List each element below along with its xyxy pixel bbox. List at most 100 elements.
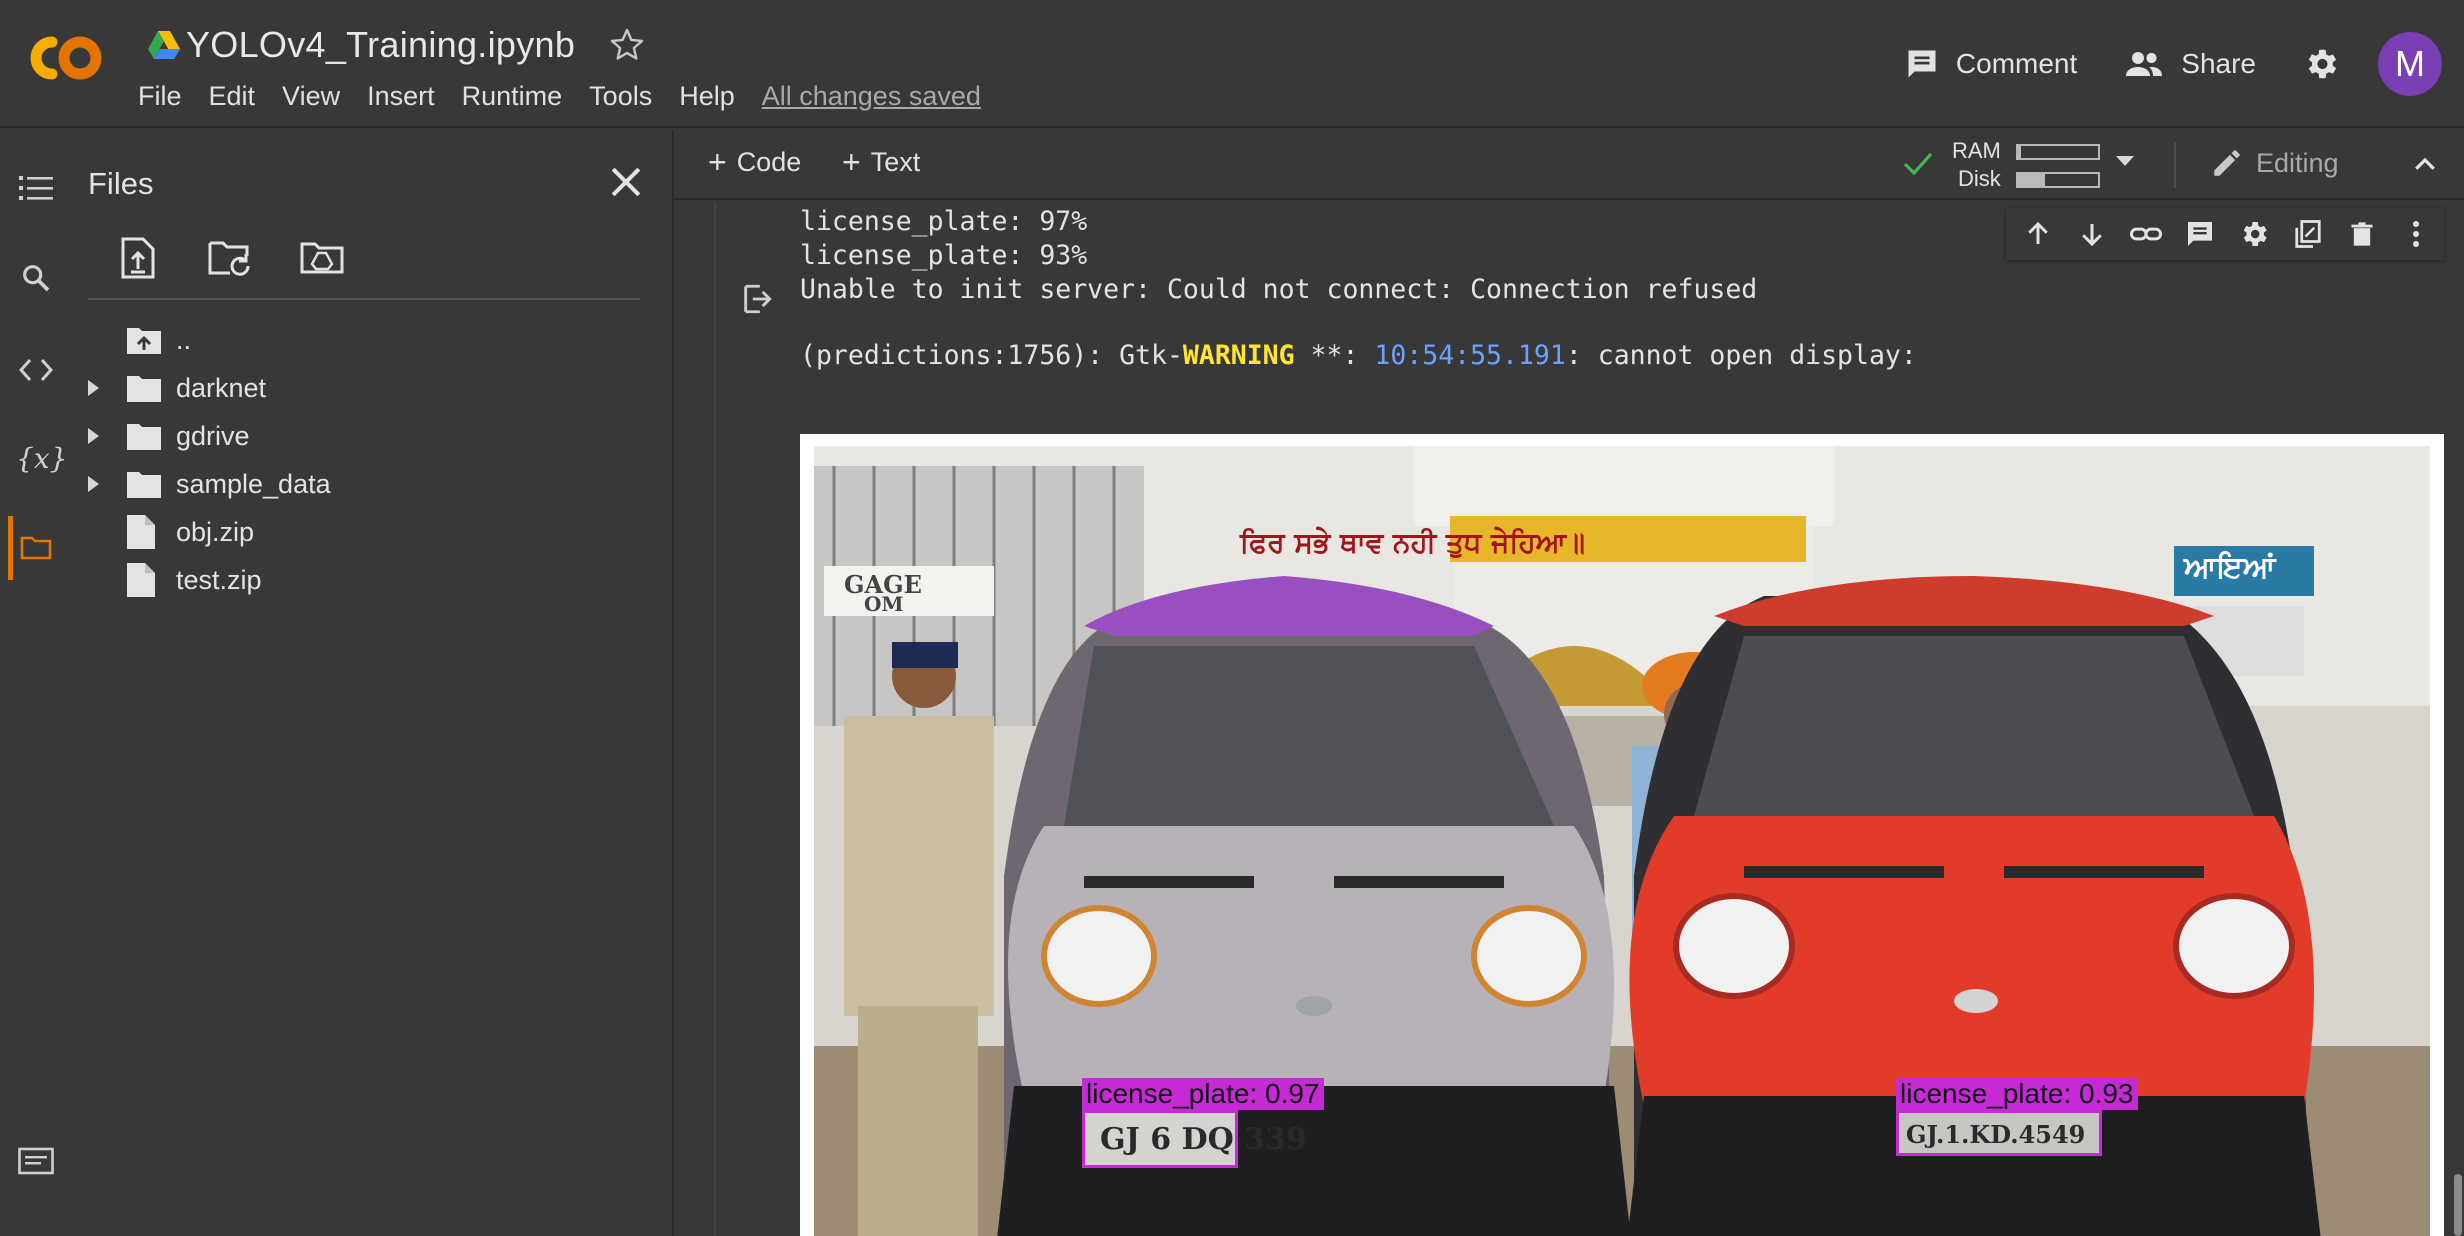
app-header: YOLOv4_Training.ipynb File Edit View Ins…	[0, 0, 2464, 128]
file-icon	[127, 515, 155, 549]
search-icon[interactable]	[18, 260, 54, 296]
add-text-cell-button[interactable]: + Text	[842, 146, 920, 178]
output-menu-icon[interactable]	[740, 282, 774, 316]
notebook-title[interactable]: YOLOv4_Training.ipynb	[186, 24, 575, 66]
tree-item-darknet[interactable]: darknet	[70, 364, 670, 412]
output-line: license_plate: 93%	[800, 240, 1088, 271]
toc-icon[interactable]	[18, 170, 54, 206]
menu-bar: File Edit View Insert Runtime Tools Help…	[138, 76, 981, 116]
resource-monitor[interactable]: RAM Disk	[1902, 136, 2152, 194]
notebook-area: + Code + Text RAM Disk Editing license_p…	[674, 130, 2464, 1236]
folder-icon	[127, 376, 161, 402]
tree-item-gdrive[interactable]: gdrive	[70, 412, 670, 460]
cell-gutter	[714, 202, 716, 1236]
tree-item-label: test.zip	[176, 564, 262, 595]
gtk-timestamp: 10:54:55.191	[1374, 340, 1566, 371]
link-icon[interactable]	[2128, 216, 2164, 252]
right-sign-text: ਆਇਆਂ	[2184, 550, 2276, 585]
google-drive-icon[interactable]	[148, 31, 180, 59]
tree-item-parent[interactable]: ..	[70, 316, 670, 364]
star-icon[interactable]	[609, 27, 645, 63]
folder-icon[interactable]	[18, 530, 54, 566]
save-status-link[interactable]: All changes saved	[762, 81, 981, 112]
comment-button[interactable]: Comment	[1904, 46, 2077, 82]
add-code-cell-button[interactable]: + Code	[708, 146, 801, 178]
menu-edit[interactable]: Edit	[209, 79, 256, 114]
temple-sign-text: ਫਿਰ ਸਭੇ ਥਾਵ ਨਹੀ ਤੁਧ ਜੇਹਿਆ॥	[1240, 526, 1586, 559]
license-plate-text: GJ 6 DQ 339	[1100, 1122, 1307, 1157]
resources-dropdown-icon[interactable]	[2116, 156, 2134, 166]
settings-gear-icon[interactable]	[2302, 45, 2340, 83]
share-button[interactable]: Share	[2123, 46, 2256, 82]
expand-caret-icon[interactable]	[88, 476, 99, 492]
toolbar-divider	[2174, 142, 2176, 188]
plus-icon: +	[708, 144, 727, 180]
menu-tools[interactable]: Tools	[589, 79, 652, 114]
comment-icon	[1908, 50, 1936, 78]
gtk-message: : cannot open display:	[1565, 340, 1917, 371]
colab-logo[interactable]	[22, 30, 108, 86]
terminal-icon[interactable]	[18, 1146, 54, 1182]
gtk-separator: **:	[1294, 340, 1375, 371]
more-icon[interactable]	[2398, 216, 2434, 252]
expand-caret-icon[interactable]	[88, 380, 99, 396]
rail-active-indicator	[8, 516, 13, 580]
output-line: license_plate: 97%	[800, 206, 1088, 237]
disk-usage-fill	[2018, 174, 2046, 186]
output-image-frame: ਫਿਰ ਸਭੇ ਥਾਵ ਨਹੀ ਤੁਧ ਜੇਹਿਆ॥ ਆਇਆਂ GAGE OM …	[800, 434, 2444, 1236]
tree-item-label: gdrive	[176, 420, 250, 451]
add-code-label: Code	[736, 146, 802, 177]
output-line: Unable to init server: Could not connect…	[800, 274, 1758, 305]
editing-mode-button[interactable]: Editing	[2210, 146, 2339, 180]
license-plate-text: GJ.1.KD.4549	[1906, 1120, 2086, 1149]
move-down-icon[interactable]	[2074, 216, 2110, 252]
detection-label: license_plate: 0.97	[1082, 1078, 1324, 1110]
delete-icon[interactable]	[2344, 216, 2380, 252]
move-up-icon[interactable]	[2020, 216, 2056, 252]
tree-item-label: obj.zip	[176, 516, 255, 547]
tree-item-label: sample_data	[176, 468, 331, 499]
notebook-scrollbar[interactable]	[2454, 1174, 2462, 1236]
close-icon[interactable]	[604, 160, 648, 204]
side-rail: {𝑥}	[0, 130, 70, 1236]
files-divider	[88, 298, 640, 300]
editing-label: Editing	[2256, 147, 2339, 178]
tree-item-obj-zip[interactable]: obj.zip	[70, 508, 670, 556]
pencil-icon	[2214, 150, 2240, 176]
variables-icon[interactable]: {𝑥}	[16, 440, 67, 476]
folder-icon	[127, 472, 161, 498]
ram-usage-fill	[2018, 146, 2022, 158]
menu-view[interactable]: View	[282, 79, 340, 114]
menu-help[interactable]: Help	[679, 79, 735, 114]
comment-label: Comment	[1955, 48, 2078, 79]
refresh-folder-icon[interactable]	[206, 234, 254, 282]
menu-insert[interactable]: Insert	[367, 79, 435, 114]
tree-item-sample-data[interactable]: sample_data	[70, 460, 670, 508]
user-avatar[interactable]: M	[2378, 32, 2442, 96]
connected-check-icon	[1903, 152, 1933, 176]
gtk-warning-line: (predictions:1756): Gtk-WARNING **: 10:5…	[800, 340, 1917, 371]
folder-up-icon	[127, 328, 161, 354]
colab-window: YOLOv4_Training.ipynb File Edit View Ins…	[0, 0, 2464, 1236]
mount-drive-icon[interactable]	[298, 234, 346, 282]
file-icon	[127, 563, 155, 597]
files-panel: Files .. darknet gdrive sample_data obj.…	[70, 130, 674, 1236]
upload-file-icon[interactable]	[114, 234, 162, 282]
comment-icon[interactable]	[2182, 216, 2218, 252]
code-snippets-icon[interactable]	[18, 352, 54, 388]
share-label: Share	[2181, 48, 2256, 79]
chevron-up-icon[interactable]	[2410, 150, 2440, 180]
tree-item-test-zip[interactable]: test.zip	[70, 556, 670, 604]
cell-toolbar	[2006, 208, 2444, 260]
files-panel-title: Files	[88, 166, 154, 201]
gtk-warning-level: WARNING	[1182, 340, 1295, 371]
menu-file[interactable]: File	[138, 79, 182, 114]
mirror-cell-icon[interactable]	[2290, 216, 2326, 252]
expand-caret-icon[interactable]	[88, 428, 99, 444]
code-cell-output: license_plate: 97% license_plate: 93% Un…	[674, 202, 2464, 1236]
plus-icon: +	[842, 144, 861, 180]
settings-icon[interactable]	[2236, 216, 2272, 252]
menu-runtime[interactable]: Runtime	[462, 79, 563, 114]
notebook-toolbar: + Code + Text RAM Disk Editing	[674, 130, 2464, 200]
file-tree: .. darknet gdrive sample_data obj.zip te…	[70, 316, 670, 604]
